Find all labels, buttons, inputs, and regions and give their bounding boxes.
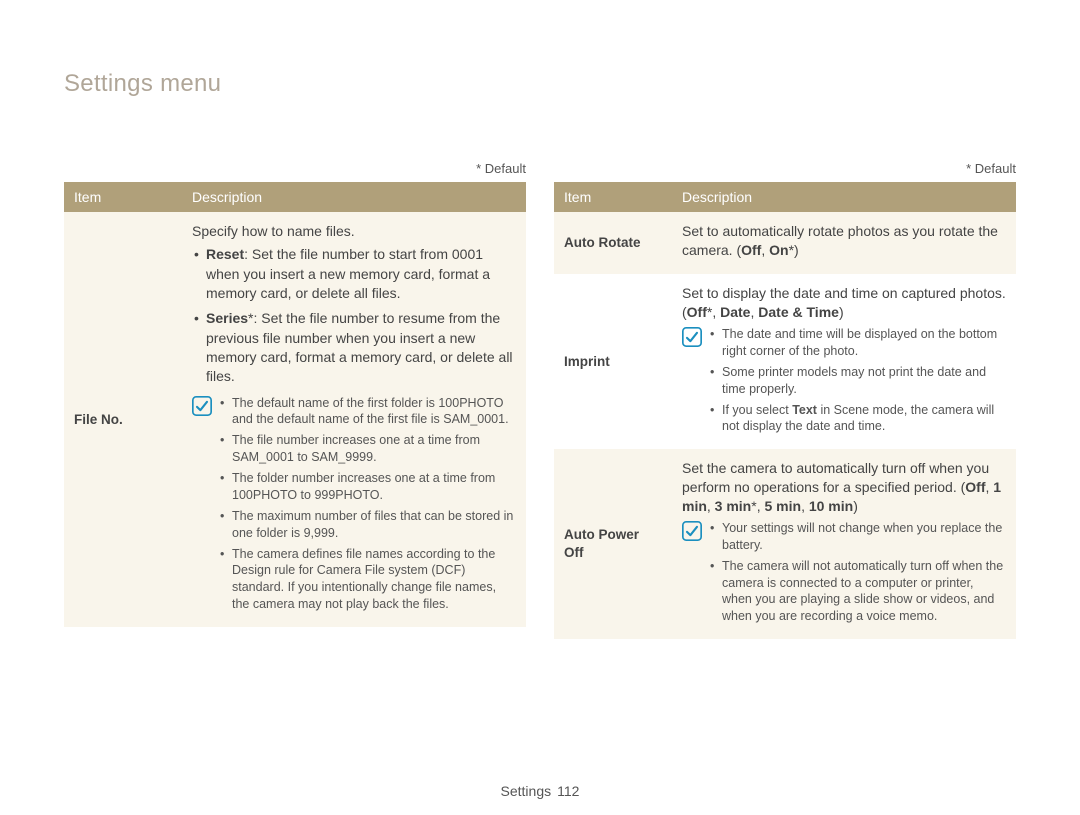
- table-row: Imprint Set to display the date and time …: [554, 274, 1016, 449]
- note-block: The default name of the first folder is …: [192, 395, 516, 618]
- note-item: The folder number increases one at a tim…: [220, 470, 516, 504]
- note-item: Your settings will not change when you r…: [710, 520, 1006, 554]
- page-footer: Settings 112: [0, 782, 1080, 801]
- page-number: 112: [557, 783, 579, 799]
- note-item: The date and time will be displayed on t…: [710, 326, 1006, 360]
- item-cell: Imprint: [554, 274, 672, 449]
- note-icon: [682, 327, 702, 347]
- note-item: Some printer models may not print the da…: [710, 364, 1006, 398]
- content-columns: * Default Item Description File No.Speci…: [64, 160, 1016, 639]
- desc-intro: Set to display the date and time on capt…: [682, 284, 1006, 322]
- note-list: The date and time will be displayed on t…: [710, 326, 1006, 439]
- option-item: Reset: Set the file number to start from…: [192, 245, 516, 303]
- options-list: Reset: Set the file number to start from…: [192, 245, 516, 386]
- item-cell: File No.: [64, 212, 182, 627]
- item-cell: Auto Rotate: [554, 212, 672, 274]
- note-item: The camera defines file names according …: [220, 546, 516, 614]
- description-cell: Set to automatically rotate photos as yo…: [672, 212, 1016, 274]
- default-note-left: * Default: [64, 160, 526, 178]
- desc-intro: Set to automatically rotate photos as yo…: [682, 222, 1006, 260]
- description-cell: Set to display the date and time on capt…: [672, 274, 1016, 449]
- desc-intro: Specify how to name files.: [192, 222, 516, 241]
- note-block: Your settings will not change when you r…: [682, 520, 1006, 629]
- header-description: Description: [182, 182, 526, 213]
- description-cell: Specify how to name files. Reset: Set the…: [182, 212, 526, 627]
- table-row: Auto Rotate Set to automatically rotate p…: [554, 212, 1016, 274]
- footer-section: Settings: [501, 783, 552, 799]
- note-icon: [192, 396, 212, 416]
- note-list: The default name of the first folder is …: [220, 395, 516, 618]
- description-cell: Set the camera to automatically turn off…: [672, 449, 1016, 639]
- note-list: Your settings will not change when you r…: [710, 520, 1006, 629]
- note-item: The file number increases one at a time …: [220, 432, 516, 466]
- note-item: The maximum number of files that can be …: [220, 508, 516, 542]
- header-item: Item: [554, 182, 672, 213]
- note-block: The date and time will be displayed on t…: [682, 326, 1006, 439]
- table-row: Auto Power OffSet the camera to automati…: [554, 449, 1016, 639]
- note-item: The default name of the first folder is …: [220, 395, 516, 429]
- option-item: Series*: Set the file number to resume f…: [192, 309, 516, 386]
- note-item: If you select Text in Scene mode, the ca…: [710, 402, 1006, 436]
- header-item: Item: [64, 182, 182, 213]
- header-description: Description: [672, 182, 1016, 213]
- item-cell: Auto Power Off: [554, 449, 672, 639]
- note-icon: [682, 521, 702, 541]
- settings-table-left: Item Description File No.Specify how to …: [64, 182, 526, 627]
- note-item: The camera will not automatically turn o…: [710, 558, 1006, 626]
- page-title: Settings menu: [64, 68, 221, 100]
- right-column: * Default Item Description Auto Rotate Se…: [554, 160, 1016, 639]
- default-note-right: * Default: [554, 160, 1016, 178]
- desc-intro: Set the camera to automatically turn off…: [682, 459, 1006, 516]
- left-column: * Default Item Description File No.Speci…: [64, 160, 526, 639]
- settings-table-right: Item Description Auto Rotate Set to autom…: [554, 182, 1016, 640]
- table-row: File No. Specify how to name files. Reset:…: [64, 212, 526, 627]
